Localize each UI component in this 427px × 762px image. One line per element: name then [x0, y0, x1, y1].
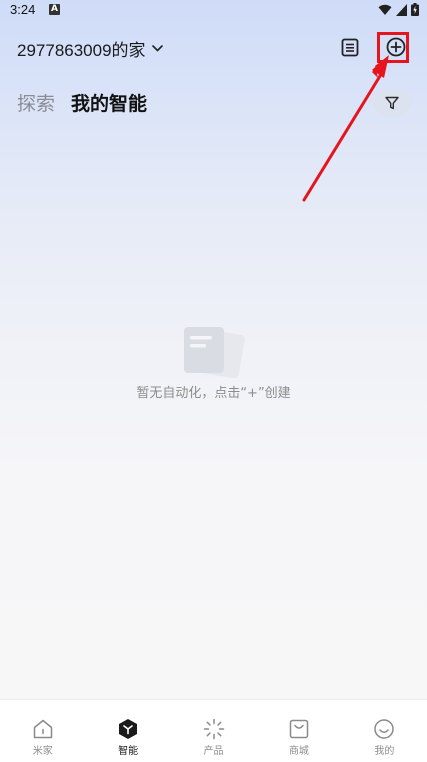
product-sparkle-icon — [202, 717, 226, 741]
filter-button[interactable] — [373, 89, 411, 117]
nav-item-profile[interactable]: 我的 — [342, 700, 427, 762]
battery-icon — [411, 3, 419, 16]
tab-bar: 探索 我的智能 — [17, 89, 147, 116]
tab-my-smart[interactable]: 我的智能 — [71, 89, 147, 116]
nav-label-profile: 我的 — [374, 746, 395, 757]
shopping-bag-icon — [287, 717, 311, 741]
nav-label-home: 米家 — [32, 746, 53, 757]
nav-label-mall: 商城 — [288, 746, 309, 757]
nav-label-smart: 智能 — [118, 746, 139, 757]
document-list-icon — [341, 38, 359, 56]
status-bar: 3:24 A — [0, 0, 427, 22]
home-name: 2977863009的家 — [17, 41, 146, 60]
nav-item-smart[interactable]: 智能 — [85, 700, 170, 762]
empty-state-message: 暂无自动化，点击“+”创建 — [136, 386, 291, 401]
status-time: 3:24 — [10, 2, 36, 17]
nav-item-mall[interactable]: 商城 — [256, 700, 341, 762]
status-icons — [378, 3, 419, 16]
header: 2977863009的家 — [0, 30, 427, 64]
signal-icon — [396, 3, 407, 16]
empty-document-illustration — [184, 327, 245, 378]
nav-item-home[interactable]: 米家 — [0, 700, 85, 762]
smiley-icon — [372, 717, 396, 741]
home-icon — [31, 717, 55, 741]
log-button[interactable] — [339, 36, 361, 58]
chevron-down-icon — [151, 45, 163, 52]
filter-funnel-icon — [385, 96, 399, 110]
home-selector[interactable]: 2977863009的家 — [17, 36, 163, 61]
plus-circle-icon — [386, 37, 406, 57]
wifi-icon — [378, 4, 392, 15]
add-automation-button[interactable] — [385, 36, 407, 58]
tab-explore[interactable]: 探索 — [17, 89, 55, 116]
bottom-nav: 米家 智能 产品 商城 我的 — [0, 699, 427, 762]
nav-item-products[interactable]: 产品 — [171, 700, 256, 762]
nav-label-products: 产品 — [203, 746, 224, 757]
smart-cube-icon — [116, 717, 140, 741]
notification-a-icon: A — [49, 4, 60, 15]
